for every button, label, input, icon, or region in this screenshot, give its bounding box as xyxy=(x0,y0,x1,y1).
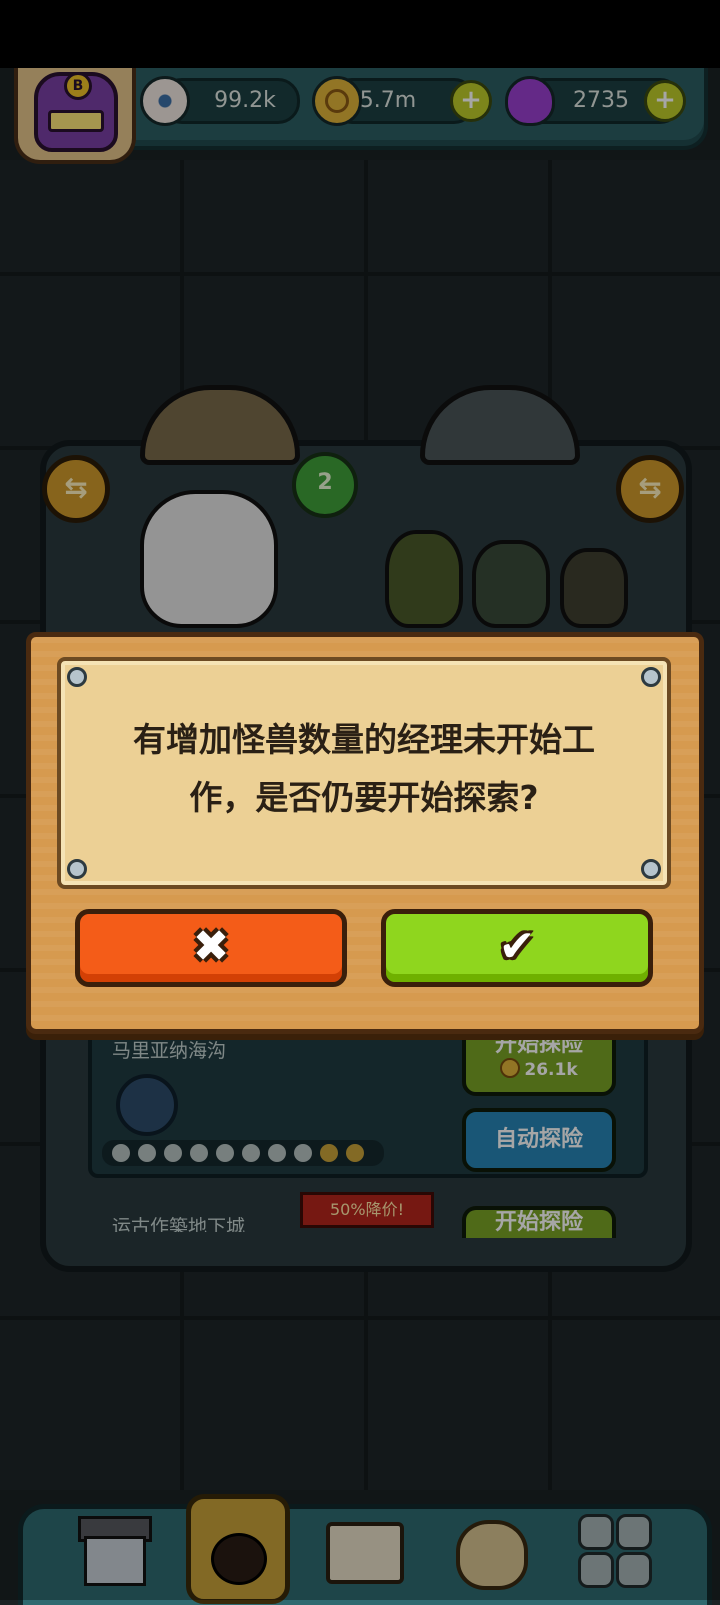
confirm-button[interactable]: ✔ xyxy=(381,909,653,987)
dialog-message: 有增加怪兽数量的经理未开始工 作，是否仍要开始探索? xyxy=(101,711,627,827)
dialog-message-line1: 有增加怪兽数量的经理未开始工 xyxy=(133,720,595,759)
rivet-icon xyxy=(67,859,87,879)
cancel-button[interactable]: ✖ xyxy=(75,909,347,987)
dialog-parchment: 有增加怪兽数量的经理未开始工 作，是否仍要开始探索? xyxy=(57,657,671,889)
rivet-icon xyxy=(641,667,661,687)
rivet-icon xyxy=(641,859,661,879)
check-icon: ✔ xyxy=(498,921,536,972)
dialog-message-line2: 作，是否仍要开始探索? xyxy=(189,778,539,817)
rivet-icon xyxy=(67,667,87,687)
status-bar xyxy=(0,0,720,68)
close-icon: ✖ xyxy=(192,921,230,972)
confirm-dialog: 有增加怪兽数量的经理未开始工 作，是否仍要开始探索? ✖ ✔ xyxy=(26,632,704,1034)
